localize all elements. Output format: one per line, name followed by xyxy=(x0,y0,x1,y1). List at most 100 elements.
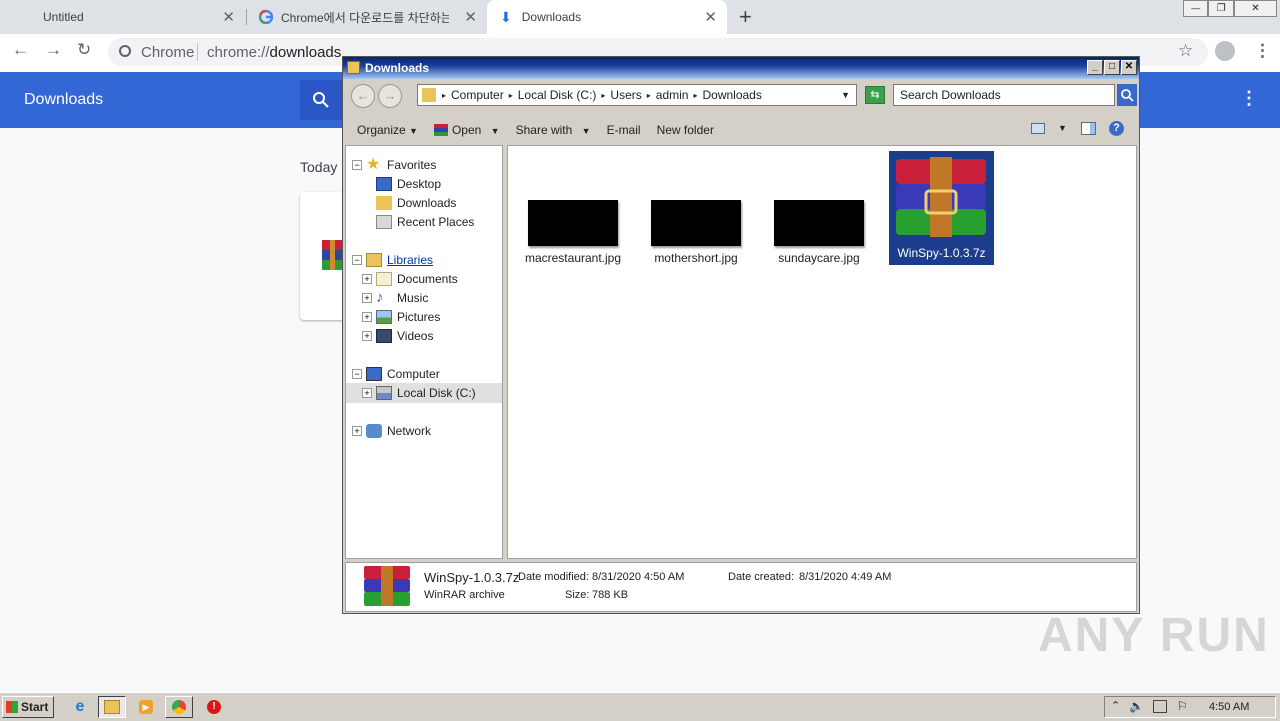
expand-icon[interactable]: + xyxy=(362,331,372,341)
expand-icon[interactable]: + xyxy=(362,274,372,284)
tab-close-icon[interactable]: ✕ xyxy=(704,8,717,26)
windows-logo-icon xyxy=(6,701,18,713)
nav-desktop[interactable]: Desktop xyxy=(376,175,441,193)
videos-icon xyxy=(376,329,392,343)
star-icon[interactable]: ☆ xyxy=(1178,41,1193,61)
clock[interactable]: 4:50 AM xyxy=(1209,701,1249,713)
created-value: 8/31/2020 4:49 AM xyxy=(799,571,892,583)
refresh-icon[interactable]: ⇆ xyxy=(865,86,885,104)
minimize-button[interactable]: _ xyxy=(1087,60,1103,75)
help-icon[interactable]: ? xyxy=(1109,121,1124,136)
file-item[interactable]: mothershort.jpg xyxy=(644,200,748,265)
back-arrow-icon[interactable]: ← xyxy=(351,84,375,108)
close-button[interactable]: ✕ xyxy=(1121,60,1137,75)
tab-chrome-help[interactable]: Chrome에서 다운로드를 차단하는 경 ✕ xyxy=(247,0,487,34)
maximize-button[interactable]: □ xyxy=(1104,60,1120,75)
breadcrumb-downloads[interactable]: Downloads xyxy=(702,88,761,102)
organize-button[interactable]: Organize ▼ xyxy=(357,123,418,137)
collapse-icon[interactable]: − xyxy=(352,160,362,170)
expand-icon[interactable]: + xyxy=(352,426,362,436)
forward-arrow-icon[interactable]: → xyxy=(378,84,402,108)
expand-icon[interactable]: + xyxy=(362,388,372,398)
image-thumbnail xyxy=(528,200,618,246)
nav-network[interactable]: + Network xyxy=(352,422,431,440)
nav-videos[interactable]: + Videos xyxy=(362,327,433,345)
expand-icon[interactable]: + xyxy=(362,293,372,303)
show-hidden-icon[interactable]: ⌃ xyxy=(1111,699,1120,712)
flag-icon[interactable]: ⚐ xyxy=(1177,699,1188,713)
documents-icon xyxy=(376,272,392,286)
forward-arrow-icon[interactable]: → xyxy=(45,40,62,60)
explorer-taskbar-button[interactable] xyxy=(98,696,126,718)
expand-icon[interactable]: + xyxy=(362,312,372,322)
breadcrumb-computer[interactable]: Computer xyxy=(451,88,504,102)
file-name: WinSpy-1.0.3.7z xyxy=(897,246,986,260)
nav-label: Pictures xyxy=(397,310,441,324)
modified-label: Date modified: xyxy=(518,571,589,583)
navigation-pane: − ★ Favorites Desktop Downloads Recent P… xyxy=(345,145,503,559)
nav-documents[interactable]: + Documents xyxy=(362,270,458,288)
breadcrumb-local-disk[interactable]: Local Disk (C:) xyxy=(518,88,597,102)
back-arrow-icon[interactable]: ← xyxy=(12,40,29,60)
nav-label: Music xyxy=(397,291,429,305)
command-bar: Organize ▼ Open ▼ Share with ▼ E-mail Ne… xyxy=(345,117,1137,143)
collapse-icon[interactable]: − xyxy=(352,369,362,379)
chevron-down-icon: ▼ xyxy=(490,126,500,136)
explorer-window: Downloads _ □ ✕ ← → ▸ Computer ▸ Local D… xyxy=(342,56,1140,614)
search-button[interactable] xyxy=(300,80,344,120)
nav-libraries[interactable]: − Libraries xyxy=(352,251,433,269)
nav-pictures[interactable]: + Pictures xyxy=(362,308,440,326)
nav-computer[interactable]: − Computer xyxy=(352,365,440,383)
file-item-selected[interactable]: WinSpy-1.0.3.7z xyxy=(889,151,994,265)
ie-icon[interactable]: e xyxy=(66,696,94,718)
minimize-button[interactable]: — xyxy=(1183,0,1209,17)
nav-local-disk[interactable]: + Local Disk (C:) xyxy=(346,383,502,403)
share-with-button[interactable]: Share with ▼ xyxy=(516,123,591,137)
tab-downloads[interactable]: ⬇ Downloads ✕ xyxy=(487,0,727,34)
chevron-down-icon[interactable]: ▼ xyxy=(1058,123,1067,133)
breadcrumb-users[interactable]: Users xyxy=(610,88,641,102)
close-window-button[interactable]: ✕ xyxy=(1233,0,1277,17)
chrome-taskbar-button[interactable] xyxy=(165,696,193,718)
nav-music[interactable]: + ♪ Music xyxy=(362,289,428,307)
chrome-icon xyxy=(172,700,186,714)
breadcrumb-admin[interactable]: admin xyxy=(656,88,689,102)
url-text: chrome://downloads xyxy=(207,44,341,61)
tab-untitled[interactable]: Untitled ✕ xyxy=(0,0,245,34)
file-item[interactable]: macrestaurant.jpg xyxy=(521,200,625,265)
chevron-down-icon[interactable]: ▼ xyxy=(841,90,850,100)
image-thumbnail xyxy=(651,200,741,246)
view-icon[interactable] xyxy=(1031,123,1045,134)
network-tray-icon[interactable] xyxy=(1153,700,1167,713)
url-path: downloads xyxy=(269,44,342,61)
nav-recent-places[interactable]: Recent Places xyxy=(376,213,474,231)
nav-label: Favorites xyxy=(387,158,437,172)
file-item[interactable]: sundaycare.jpg xyxy=(767,200,871,265)
collapse-icon[interactable]: − xyxy=(352,255,362,265)
stop-icon[interactable]: ! xyxy=(200,696,228,718)
new-folder-button[interactable]: New folder xyxy=(657,123,714,137)
start-button[interactable]: Start xyxy=(2,696,54,718)
restore-button[interactable]: ❐ xyxy=(1208,0,1234,17)
tab-close-icon[interactable]: ✕ xyxy=(464,8,477,26)
image-thumbnail xyxy=(774,200,864,246)
nav-favorites[interactable]: − ★ Favorites xyxy=(352,156,436,174)
email-button[interactable]: E-mail xyxy=(607,123,641,137)
nav-downloads[interactable]: Downloads xyxy=(376,194,456,212)
more-icon[interactable]: ⋮ xyxy=(1240,88,1258,109)
search-input[interactable]: Search Downloads xyxy=(893,84,1115,106)
tab-close-icon[interactable]: ✕ xyxy=(222,8,235,26)
share-label: Share with xyxy=(515,123,573,137)
media-player-icon[interactable]: ▶ xyxy=(132,696,160,718)
menu-icon[interactable]: ⋮ xyxy=(1254,41,1271,61)
folder-icon xyxy=(422,88,436,102)
preview-pane-icon[interactable] xyxy=(1081,122,1096,135)
reload-icon[interactable]: ↻ xyxy=(77,40,91,60)
open-button[interactable]: Open ▼ xyxy=(433,123,500,137)
search-icon[interactable] xyxy=(1117,84,1137,106)
address-breadcrumb[interactable]: ▸ Computer ▸ Local Disk (C:) ▸ Users ▸ a… xyxy=(417,84,857,106)
created-label: Date created: xyxy=(728,571,795,583)
volume-icon[interactable]: 🔈 xyxy=(1129,699,1144,713)
new-tab-button[interactable]: + xyxy=(739,4,752,30)
avatar[interactable] xyxy=(1215,41,1235,61)
